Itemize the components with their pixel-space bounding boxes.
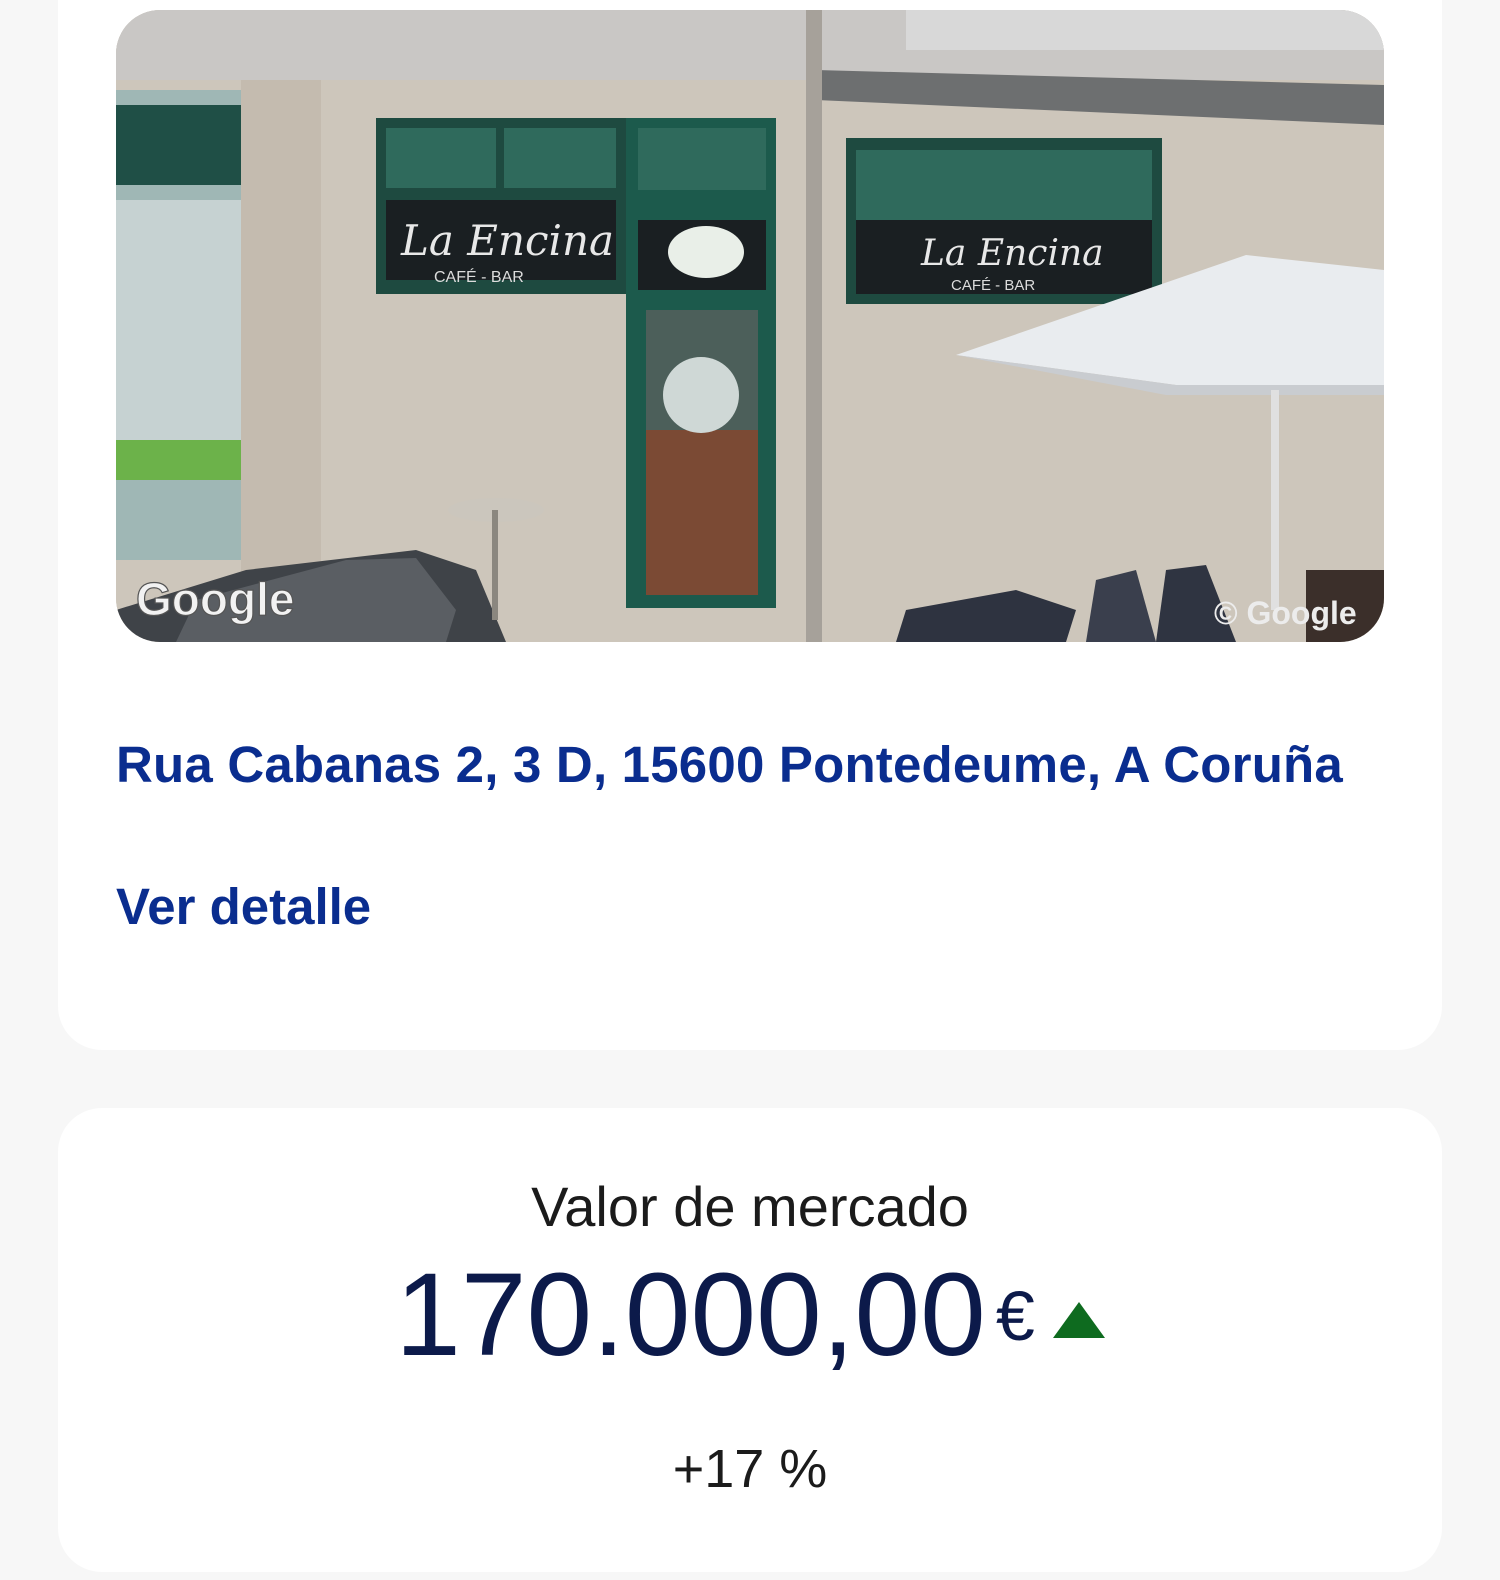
sign-subtext-right: CAFÉ - BAR (951, 277, 1035, 294)
sign-text-right: La Encina (920, 233, 1104, 274)
market-value-card: Valor de mercado 170.000,00 € +17 % (58, 1108, 1442, 1572)
street-view-image: La Encina CAFÉ - BAR La Encina CAFÉ - BA… (116, 10, 1384, 642)
property-address: Rua Cabanas 2, 3 D, 15600 Pontedeume, A … (116, 736, 1343, 793)
google-copyright: © Google (1214, 595, 1357, 631)
trend-up-icon (1052, 1302, 1105, 1338)
market-value-row: 170.000,00 € (58, 1256, 1442, 1374)
property-card: La Encina CAFÉ - BAR La Encina CAFÉ - BA… (58, 0, 1442, 1050)
currency-symbol: € (995, 1277, 1035, 1355)
market-value-amount: 170.000,00 (395, 1249, 986, 1381)
market-value-change: +17 % (672, 1439, 828, 1499)
sign-subtext-left: CAFÉ - BAR (434, 267, 524, 286)
google-watermark: Google (136, 573, 294, 625)
street-view-photo: La Encina CAFÉ - BAR La Encina CAFÉ - BA… (116, 10, 1384, 642)
market-value-label: Valor de mercado (531, 1175, 969, 1238)
sign-text-left: La Encina (400, 216, 614, 265)
view-detail-link[interactable]: Ver detalle (116, 877, 371, 936)
